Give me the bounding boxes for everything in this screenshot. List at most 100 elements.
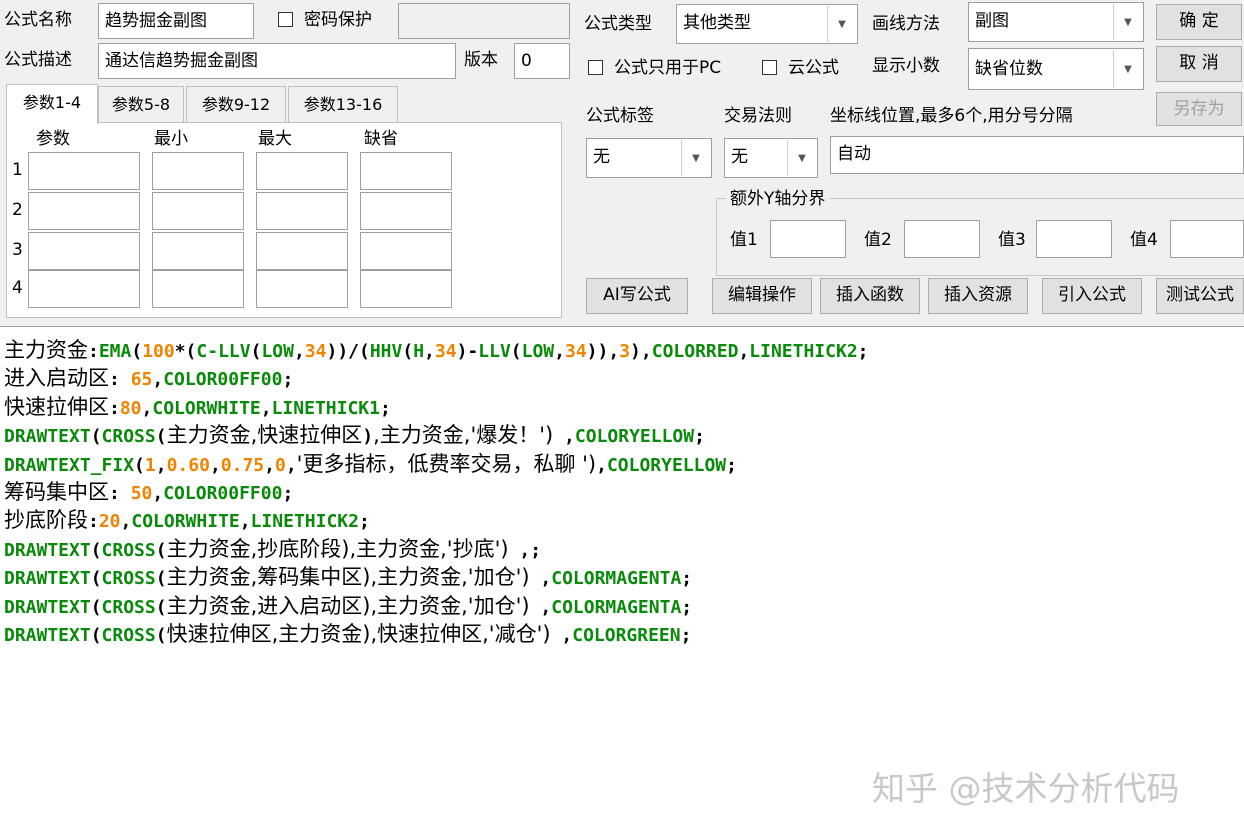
- code-token: ,: [152, 369, 164, 391]
- code-token: LINETHICK1: [271, 397, 380, 419]
- code-token: C-LLV: [196, 341, 251, 362]
- param-name-input[interactable]: [28, 232, 140, 270]
- tab-params-1-4[interactable]: 参数1-4: [6, 84, 98, 124]
- formula-tag-select[interactable]: 无 ▼: [586, 138, 712, 178]
- watermark: 知乎 @技术分析代码: [872, 769, 1180, 808]
- param-header-min: 最小: [154, 129, 188, 149]
- code-token: 筹码集中区: [4, 480, 109, 505]
- code-token: :: [109, 483, 131, 505]
- code-token: COLOR00FF00: [163, 483, 283, 505]
- param-min-input[interactable]: [152, 270, 244, 308]
- code-token: ,: [553, 426, 575, 448]
- draw-method-select[interactable]: 副图 ▼: [968, 2, 1144, 42]
- param-row-number: 1: [12, 160, 23, 180]
- code-token: CROSS: [101, 426, 156, 448]
- y-value-4-input[interactable]: [1170, 220, 1244, 258]
- code-token: (: [250, 341, 262, 362]
- code-text: 主力资金:EMA(100*(C-LLV(LOW,34))/(HHV(H,34)-…: [4, 337, 869, 649]
- param-default-input[interactable]: [360, 192, 452, 230]
- formula-desc-input[interactable]: 通达信趋势掘金副图: [98, 43, 456, 79]
- ai-write-formula-button[interactable]: AI写公式: [586, 278, 688, 314]
- code-token: 抄底阶段: [4, 508, 88, 533]
- code-token: ,: [155, 454, 167, 476]
- param-min-input[interactable]: [152, 232, 244, 270]
- param-name-input[interactable]: [28, 152, 140, 190]
- tab-params-5-8[interactable]: 参数5-8: [98, 86, 184, 122]
- formula-desc-label: 公式描述: [4, 50, 72, 70]
- trade-rule-value: 无: [731, 147, 748, 167]
- formula-tag-value: 无: [593, 147, 610, 167]
- save-as-button[interactable]: 另存为: [1156, 92, 1242, 126]
- code-token: HHV: [369, 341, 403, 362]
- axis-position-input[interactable]: 自动: [830, 136, 1244, 174]
- param-name-input[interactable]: [28, 270, 140, 308]
- cancel-button[interactable]: 取 消: [1156, 46, 1242, 82]
- code-token: LOW: [261, 341, 294, 362]
- code-token: COLORWHITE: [131, 511, 240, 533]
- code-token: ,: [264, 454, 275, 476]
- tab-params-13-16[interactable]: 参数13-16: [288, 86, 398, 122]
- code-token: (: [90, 539, 102, 561]
- cloud-checkbox[interactable]: [762, 60, 777, 75]
- code-token: ,: [152, 483, 164, 505]
- decimal-select[interactable]: 缺省位数 ▼: [968, 48, 1144, 90]
- code-token: CROSS: [101, 625, 156, 647]
- code-line: 快速拉伸区:80,COLORWHITE,LINETHICK1;: [4, 394, 869, 422]
- code-token: (: [155, 596, 167, 618]
- param-min-input[interactable]: [152, 152, 244, 190]
- code-token: DRAWTEXT: [4, 596, 91, 618]
- chevron-down-icon: ▼: [787, 140, 816, 176]
- y-value-3-input[interactable]: [1036, 220, 1112, 258]
- insert-resource-button[interactable]: 插入资源: [928, 278, 1028, 314]
- test-formula-button[interactable]: 测试公式: [1156, 278, 1244, 314]
- password-label: 密码保护: [304, 10, 372, 30]
- code-token: ;: [857, 341, 869, 362]
- param-max-input[interactable]: [256, 152, 348, 190]
- code-token: (: [155, 539, 167, 561]
- code-token: 65: [130, 369, 153, 391]
- code-token: ,: [285, 454, 297, 476]
- import-formula-button[interactable]: 引入公式: [1042, 278, 1142, 314]
- param-default-input[interactable]: [360, 152, 452, 190]
- chevron-down-icon: ▼: [681, 140, 710, 176]
- param-header-name: 参数: [36, 129, 70, 149]
- formula-type-select[interactable]: 其他类型 ▼: [676, 4, 858, 44]
- code-token: COLORYELLOW: [606, 454, 727, 476]
- param-min-input[interactable]: [152, 192, 244, 230]
- y-value-1-input[interactable]: [770, 220, 846, 258]
- code-token: ,: [738, 341, 750, 362]
- code-token: 1: [144, 454, 156, 476]
- code-token: (: [90, 426, 102, 448]
- tab-params-9-12[interactable]: 参数9-12: [186, 86, 286, 122]
- code-token: *(: [174, 341, 197, 362]
- code-token: 80: [119, 397, 142, 419]
- pc-only-checkbox[interactable]: [588, 60, 603, 75]
- password-checkbox[interactable]: [278, 12, 293, 27]
- param-max-input[interactable]: [256, 232, 348, 270]
- code-token: 34: [434, 341, 457, 362]
- code-token: ;: [681, 596, 693, 618]
- code-line: DRAWTEXT(CROSS(快速拉伸区,主力资金),快速拉伸区,'减仓') ,…: [4, 621, 869, 649]
- edit-operations-button[interactable]: 编辑操作: [712, 278, 812, 314]
- chevron-down-icon: ▼: [1113, 50, 1142, 88]
- password-input: [398, 3, 570, 39]
- version-input[interactable]: 0: [514, 43, 570, 79]
- cloud-label: 云公式: [788, 58, 839, 78]
- param-max-input[interactable]: [256, 270, 348, 308]
- code-editor[interactable]: 主力资金:EMA(100*(C-LLV(LOW,34))/(HHV(H,34)-…: [0, 326, 1244, 837]
- param-default-input[interactable]: [360, 270, 452, 308]
- param-name-input[interactable]: [28, 192, 140, 230]
- code-token: ): [362, 426, 374, 448]
- trade-rule-select[interactable]: 无 ▼: [724, 138, 818, 178]
- param-max-input[interactable]: [256, 192, 348, 230]
- y-value-2-input[interactable]: [904, 220, 980, 258]
- decimal-value: 缺省位数: [975, 59, 1043, 79]
- param-header-default: 缺省: [364, 129, 398, 149]
- ok-button[interactable]: 确 定: [1156, 4, 1242, 40]
- code-token: DRAWTEXT: [4, 539, 91, 561]
- param-default-input[interactable]: [360, 232, 452, 270]
- formula-name-input[interactable]: 趋势掘金副图: [98, 3, 254, 39]
- code-token: ;: [726, 454, 737, 476]
- code-token: ,: [424, 341, 435, 362]
- insert-function-button[interactable]: 插入函数: [820, 278, 920, 314]
